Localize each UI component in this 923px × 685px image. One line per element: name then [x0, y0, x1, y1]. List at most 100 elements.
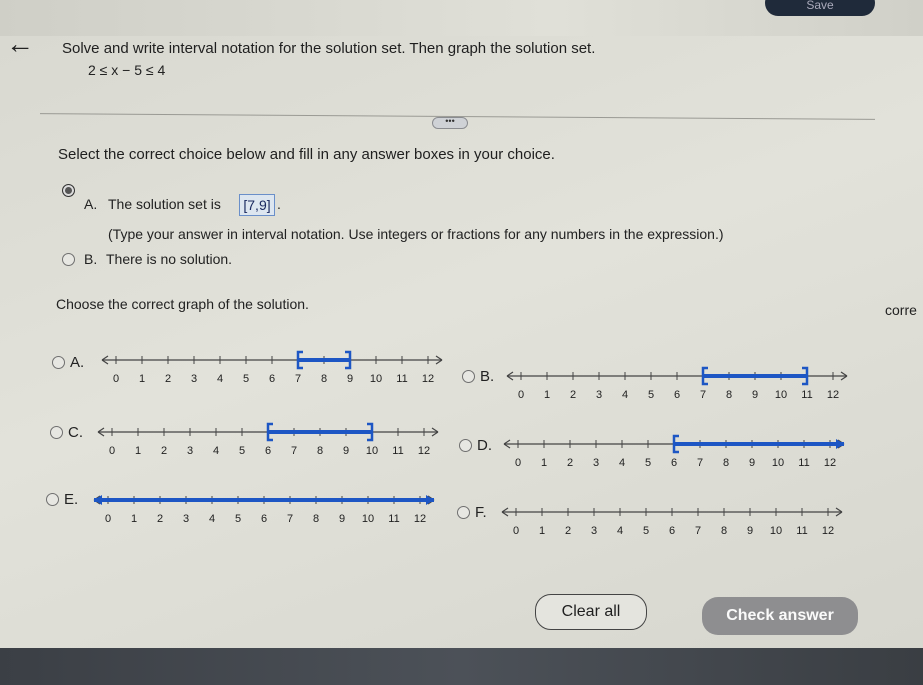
tick-label: 1	[131, 513, 137, 525]
number-line-e[interactable]: 0 1 2 3 4 5 6 7 8 9 10 11 12	[92, 488, 447, 538]
tick-label: 2	[565, 525, 571, 537]
top-bar: Save	[0, 0, 923, 36]
tick-label: 0	[518, 389, 524, 401]
tick-label: 3	[183, 513, 189, 525]
choice-a-text: The solution set is	[108, 196, 221, 212]
tick-label: 8	[726, 389, 732, 401]
tick-label: 10	[772, 457, 784, 469]
tick-label: 4	[619, 457, 625, 469]
tick-label: 5	[645, 457, 651, 469]
graph-a-letter: A.	[70, 354, 85, 371]
tick-label: 2	[570, 389, 576, 401]
tick-label: 11	[796, 525, 807, 537]
choice-b-text: There is no solution.	[106, 251, 233, 267]
radio-choice-a[interactable]	[62, 184, 75, 197]
tick-label: 12	[422, 373, 434, 385]
bottom-strip	[0, 648, 923, 685]
tick-label: 3	[591, 525, 597, 537]
tick-label: 9	[747, 525, 753, 537]
clear-all-button[interactable]: Clear all	[535, 594, 647, 630]
solution-right-arrow-icon	[836, 439, 844, 449]
tick-label: 6	[671, 457, 677, 469]
number-line-c[interactable]: 0 1 2 3 4 5 6 7 8 9 10 11 12	[96, 420, 451, 470]
graph-c-letter: C.	[68, 424, 83, 441]
tick-label: 5	[243, 373, 249, 385]
number-line-d[interactable]: 0 1 2 3 4 5 6 7 8 9 10 11 12	[502, 432, 857, 482]
check-answer-button[interactable]: Check answer	[702, 597, 858, 635]
graph-b-letter: B.	[480, 368, 495, 385]
tick-label: 0	[515, 457, 521, 469]
tick-label: 8	[317, 445, 323, 457]
tick-label: 2	[165, 373, 171, 385]
choice-a-note: (Type your answer in interval notation. …	[108, 226, 724, 242]
save-button[interactable]: Save	[765, 0, 875, 16]
tick-label: 0	[109, 445, 115, 457]
tick-label: 12	[414, 513, 426, 525]
tick-label: 10	[370, 373, 382, 385]
radio-graph-c[interactable]	[50, 426, 63, 439]
tick-label: 3	[593, 457, 599, 469]
tick-label: 6	[269, 373, 275, 385]
radio-graph-a[interactable]	[52, 356, 65, 369]
tick-label: 4	[622, 389, 628, 401]
radio-graph-f[interactable]	[457, 506, 470, 519]
tick-label: 1	[541, 457, 547, 469]
radio-graph-e[interactable]	[46, 493, 59, 506]
number-line-b[interactable]: 0 1 2 3 4 5 6 7 8 9 10 11 12	[505, 364, 860, 414]
tick-label: 7	[697, 457, 703, 469]
tick-label: 5	[643, 525, 649, 537]
tick-label: 1	[539, 525, 545, 537]
question-prompt: Solve and write interval notation for th…	[62, 40, 596, 57]
radio-graph-b[interactable]	[462, 370, 475, 383]
radio-choice-b[interactable]	[62, 253, 75, 266]
number-line-a[interactable]: 0 1 2 3 4 5 6 7 8 9 10 11 12	[100, 348, 450, 398]
more-options-button[interactable]: •••	[432, 117, 468, 129]
tick-label: 8	[721, 525, 727, 537]
tick-label: 9	[343, 445, 349, 457]
tick-label: 6	[261, 513, 267, 525]
tick-label: 12	[824, 457, 836, 469]
choice-a-period: .	[277, 196, 281, 212]
solution-left-arrow-icon	[94, 495, 102, 505]
tick-label: 5	[239, 445, 245, 457]
tick-label: 6	[265, 445, 271, 457]
tick-label: 0	[105, 513, 111, 525]
solution-right-arrow-icon	[426, 495, 434, 505]
tick-label: 11	[798, 457, 809, 469]
graph-prompt: Choose the correct graph of the solution…	[56, 296, 309, 312]
tick-label: 12	[418, 445, 430, 457]
tick-label: 4	[217, 373, 223, 385]
inequality: 2 ≤ x − 5 ≤ 4	[88, 62, 166, 78]
tick-label: 4	[617, 525, 623, 537]
graph-f-letter: F.	[475, 504, 487, 521]
screen: Save ← Solve and write interval notation…	[0, 0, 923, 685]
tick-label: 11	[801, 389, 812, 401]
tick-label: 11	[388, 513, 399, 525]
choice-a-letter: A.	[84, 196, 98, 212]
tick-label: 10	[770, 525, 782, 537]
choice-b-letter: B.	[84, 251, 98, 267]
tick-label: 2	[567, 457, 573, 469]
tick-label: 3	[596, 389, 602, 401]
tick-label: 3	[191, 373, 197, 385]
tick-label: 1	[544, 389, 550, 401]
tick-label: 7	[695, 525, 701, 537]
tick-label: 5	[648, 389, 654, 401]
radio-graph-d[interactable]	[459, 439, 472, 452]
back-arrow-icon[interactable]: ←	[6, 30, 34, 58]
tick-label: 2	[161, 445, 167, 457]
tick-label: 0	[113, 373, 119, 385]
tick-label: 8	[321, 373, 327, 385]
number-line-f[interactable]: 0 1 2 3 4 5 6 7 8 9 10 11 12	[500, 500, 855, 550]
tick-label: 7	[700, 389, 706, 401]
tick-label: 9	[339, 513, 345, 525]
interval-answer-box[interactable]: [7,9]	[239, 194, 275, 216]
tick-label: 7	[295, 373, 301, 385]
tick-label: 7	[287, 513, 293, 525]
tick-label: 10	[362, 513, 374, 525]
tick-label: 3	[187, 445, 193, 457]
tick-label: 7	[291, 445, 297, 457]
tick-label: 9	[752, 389, 758, 401]
tick-label: 1	[135, 445, 141, 457]
tick-label: 4	[209, 513, 215, 525]
